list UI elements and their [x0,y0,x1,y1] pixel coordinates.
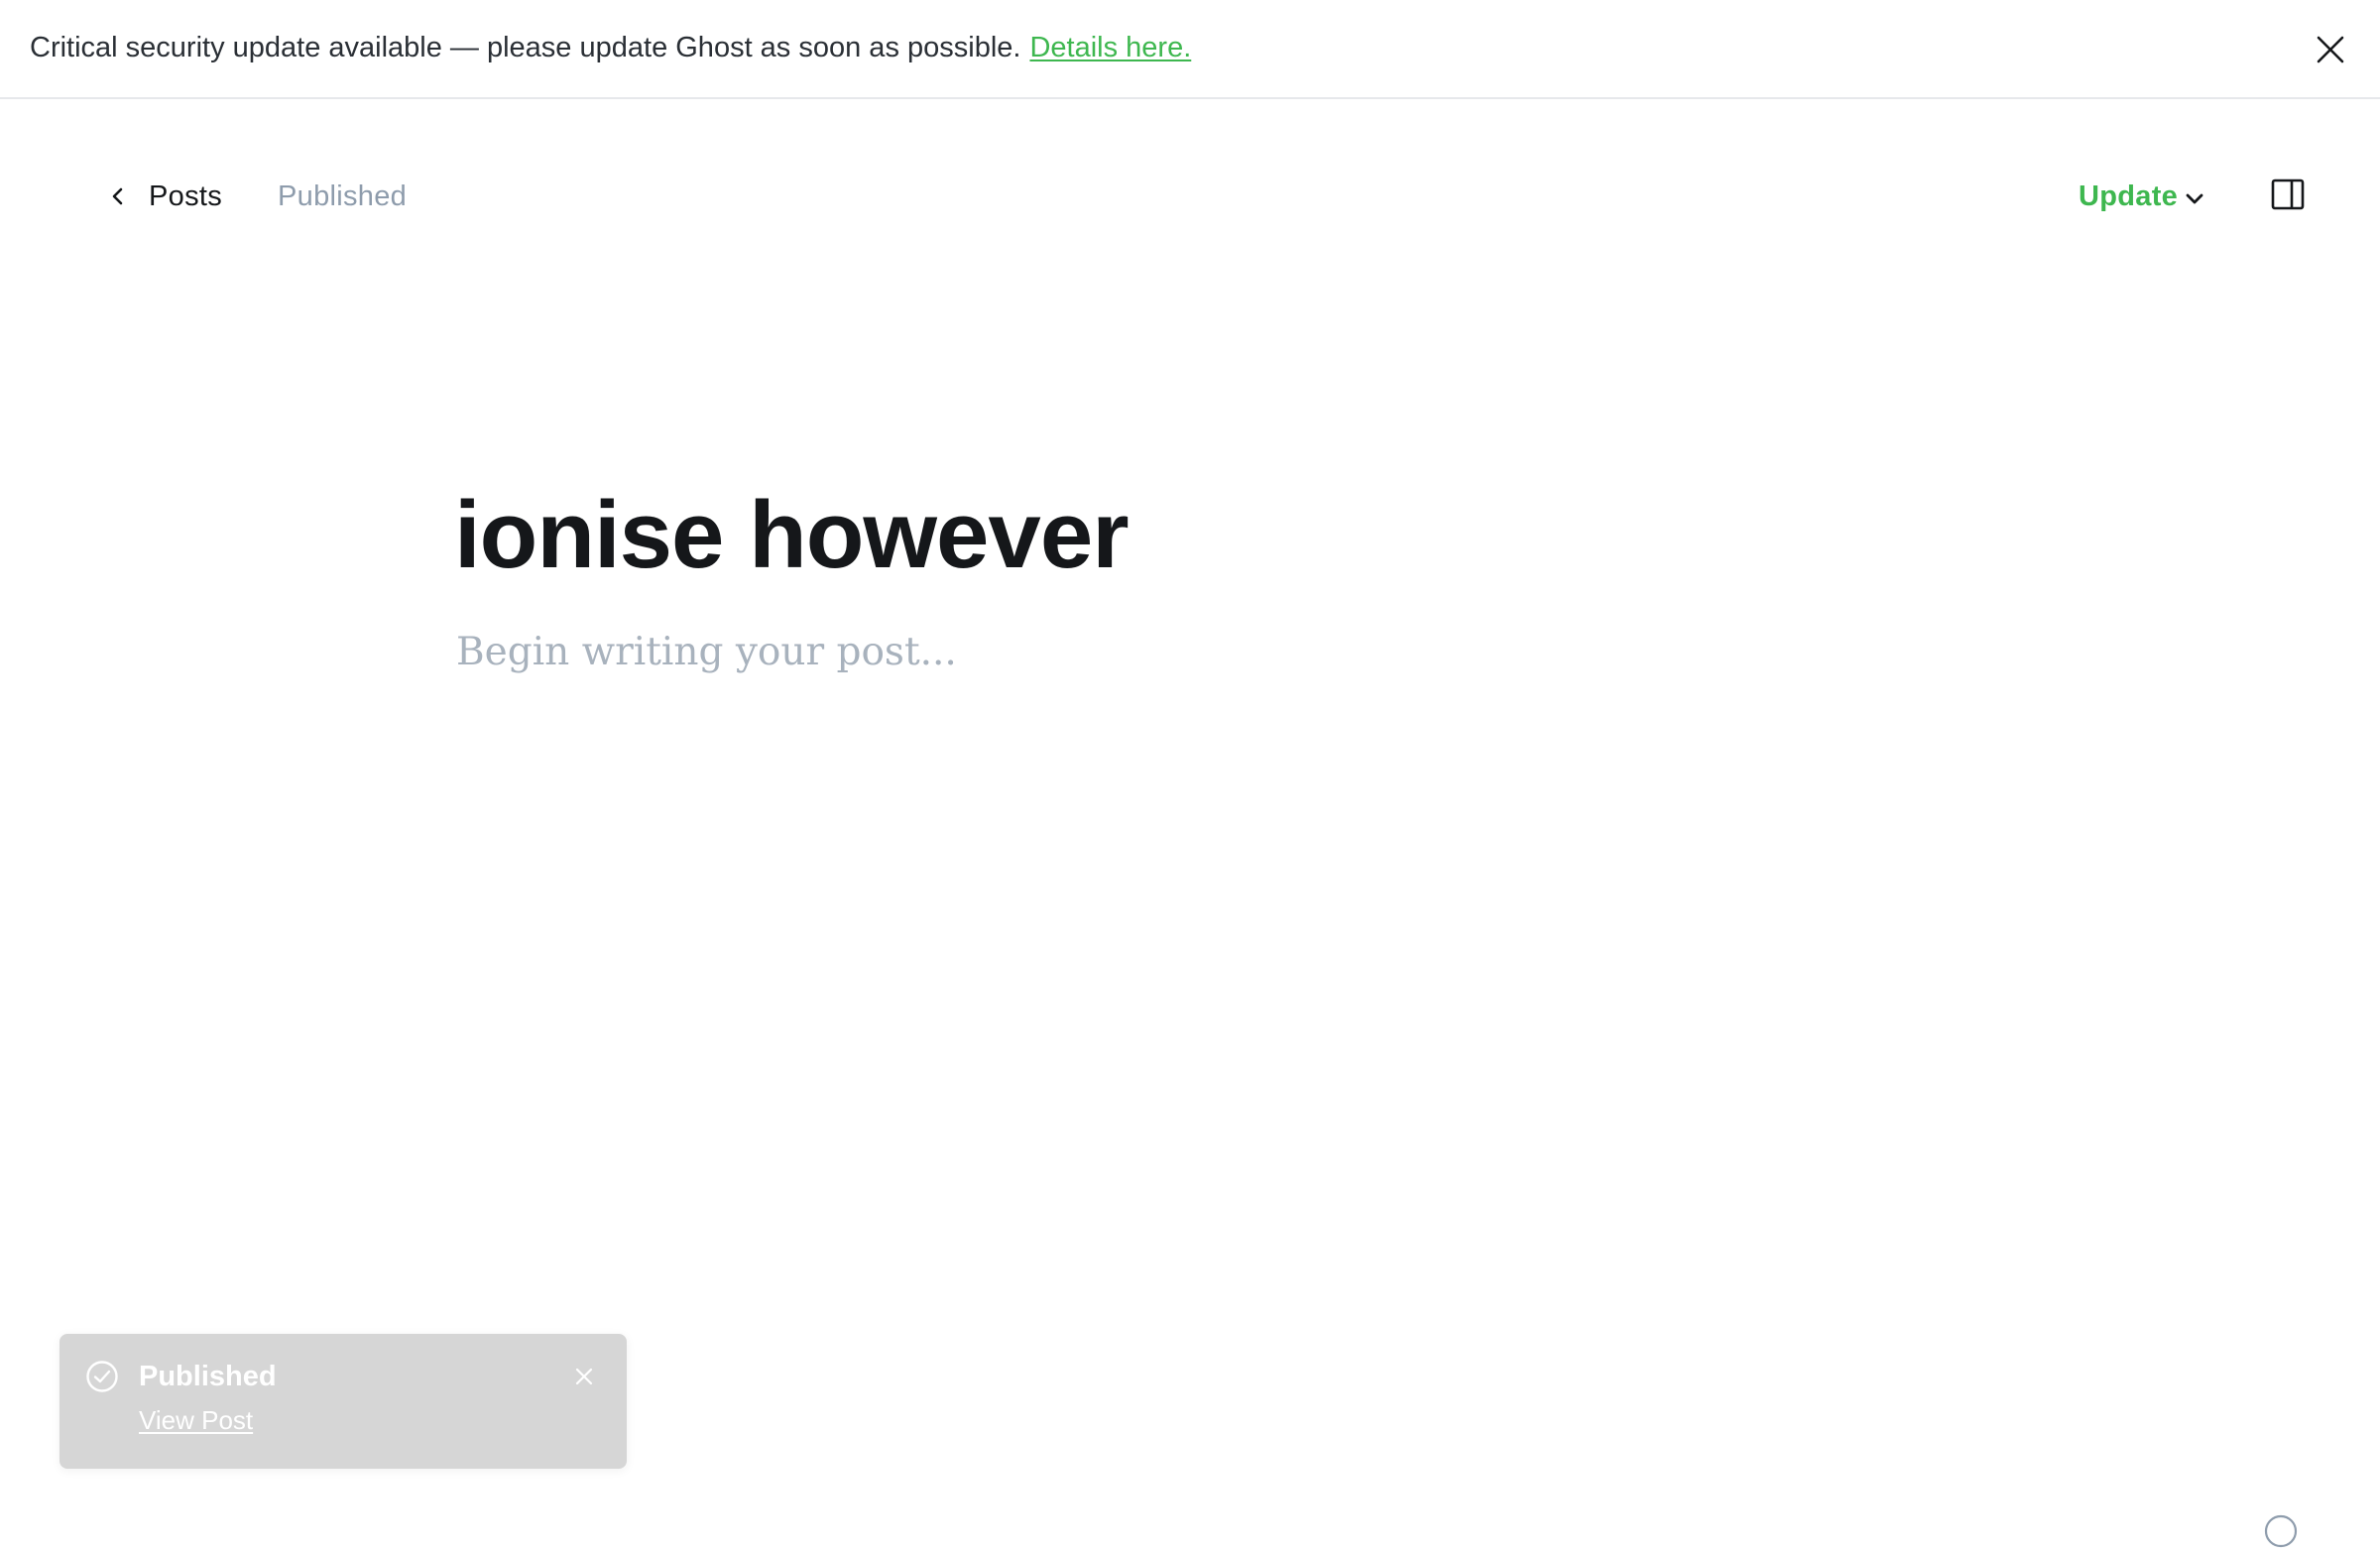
help-button[interactable] [2263,1513,2299,1549]
toast-close-button[interactable] [571,1364,597,1389]
security-update-banner: Critical security update available — ple… [0,0,2380,99]
banner-close-button[interactable] [2311,30,2350,69]
banner-message: Critical security update available — ple… [30,32,1021,63]
post-title[interactable]: ionise however [454,480,1130,591]
update-dropdown-button[interactable]: Update [2079,175,2205,218]
close-icon [575,1368,593,1385]
update-label: Update [2079,179,2179,212]
chevron-down-icon [2186,193,2203,204]
sidebar-toggle-icon [2271,179,2305,210]
settings-sidebar-toggle[interactable] [2271,179,2305,210]
view-post-link[interactable]: View Post [139,1403,253,1437]
banner-message-container: Critical security update available — ple… [30,30,1191,65]
check-circle-icon [86,1361,118,1392]
toast-title: Published [139,1361,277,1392]
chevron-left-icon [112,187,123,205]
back-label: Posts [149,179,223,212]
help-circle-icon [2264,1514,2298,1548]
published-notification-toast: Published View Post [60,1334,627,1469]
back-to-posts-link[interactable]: Posts [107,175,222,218]
close-icon [2317,36,2344,63]
banner-details-link[interactable]: Details here. [1029,32,1191,63]
post-status-label: Published [278,180,408,212]
post-body-editor[interactable]: Begin writing your post... [456,623,957,682]
